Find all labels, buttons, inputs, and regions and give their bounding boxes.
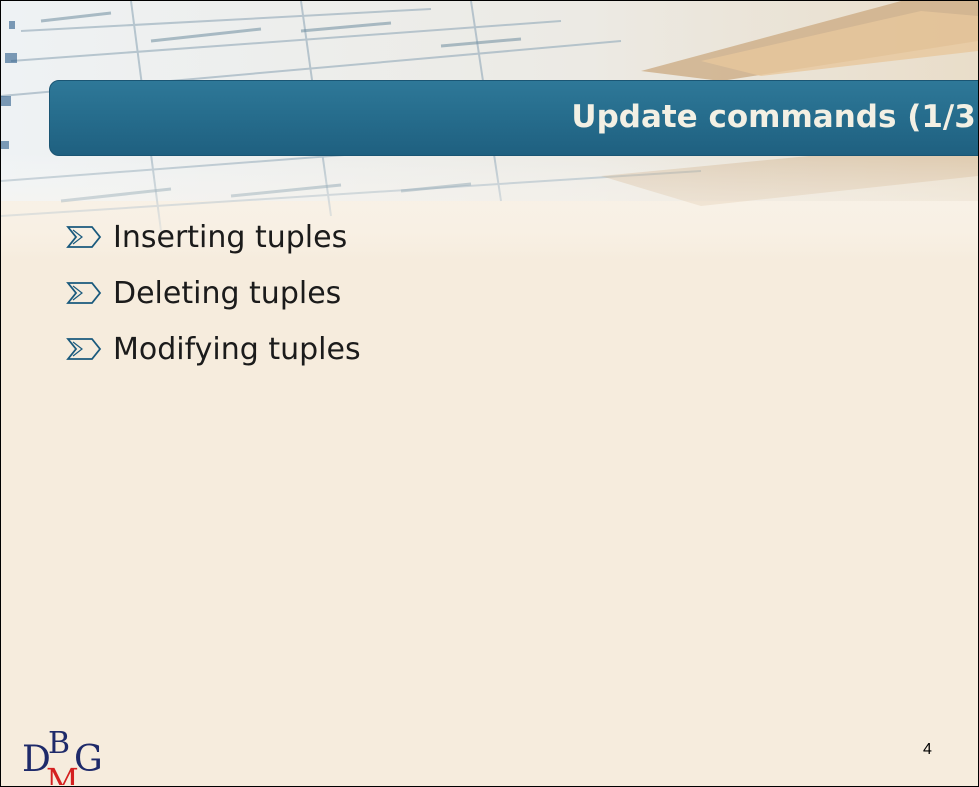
bullet-text: Inserting tuples [113, 219, 348, 255]
slide-title: Update commands (1/3) [571, 99, 979, 135]
bullet-text: Modifying tuples [113, 331, 361, 367]
sigma-arrow-icon [66, 282, 102, 304]
sigma-arrow-icon [66, 338, 102, 360]
bullet-item: Inserting tuples [65, 209, 361, 265]
slide: Update commands (1/3) Inserting tuples D… [0, 0, 979, 787]
logo-letter-g: G [74, 739, 103, 780]
bullet-item: Deleting tuples [65, 265, 361, 321]
bullet-text: Deleting tuples [113, 275, 342, 311]
bullet-list: Inserting tuples Deleting tuples Modifyi… [65, 209, 361, 377]
page-number: 4 [923, 741, 932, 758]
bullet-item: Modifying tuples [65, 321, 361, 377]
sigma-arrow-icon [66, 226, 102, 248]
logo-letter-b: B [48, 726, 70, 761]
dbmg-logo: D B M G [22, 726, 103, 785]
title-bar: Update commands (1/3) [49, 80, 979, 156]
